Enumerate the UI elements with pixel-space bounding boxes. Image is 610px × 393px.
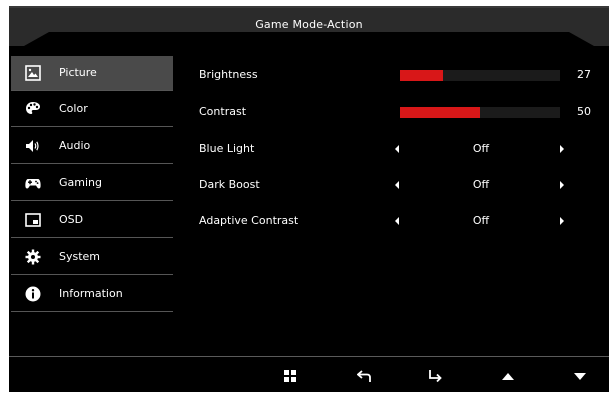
dark-boost-left-arrow-icon[interactable] [395, 181, 399, 189]
blue-light-right-arrow-icon[interactable] [560, 145, 564, 153]
menu-grid-icon[interactable] [283, 369, 297, 383]
brightness-slider-fill [400, 70, 444, 81]
monitor-osd: Game Mode-Action Picture Color Audio Gam… [0, 0, 610, 392]
contrast-slider[interactable] [400, 107, 560, 118]
sidebar-item-color[interactable]: Color [11, 92, 173, 127]
contrast-value: 50 [577, 105, 591, 118]
brightness-label: Brightness [199, 68, 258, 81]
blue-light-value: Off [472, 142, 490, 155]
bottom-control-bar [9, 356, 609, 393]
adaptive-contrast-label: Adaptive Contrast [199, 214, 299, 227]
picture-icon [25, 65, 41, 81]
up-icon[interactable] [501, 369, 515, 383]
sidebar-item-label: Audio [59, 139, 91, 152]
sidebar-item-label: Picture [59, 66, 97, 79]
sidebar: Picture Color Audio Gaming OSD System In… [9, 56, 175, 356]
blue-light-left-arrow-icon[interactable] [395, 145, 399, 153]
sidebar-item-label: Color [59, 102, 88, 115]
sidebar-item-system[interactable]: System [11, 240, 173, 275]
speaker-icon [26, 140, 39, 152]
sidebar-item-label: OSD [59, 213, 84, 226]
info-icon [25, 286, 41, 302]
contrast-label: Contrast [199, 105, 247, 118]
contrast-slider-fill [400, 107, 480, 118]
adaptive-contrast-value: Off [472, 214, 490, 227]
sidebar-item-osd[interactable]: OSD [11, 203, 173, 238]
brightness-value: 27 [577, 68, 591, 81]
gamepad-icon [25, 179, 41, 189]
sidebar-item-label: Information [59, 287, 123, 300]
blue-light-label: Blue Light [199, 142, 255, 155]
adaptive-contrast-left-arrow-icon[interactable] [395, 217, 399, 225]
page-title: Game Mode-Action [255, 18, 363, 31]
settings-panel: Brightness 27 Contrast 50 Blue Light Off… [186, 56, 606, 356]
sidebar-item-label: System [59, 250, 101, 263]
osd-icon [25, 213, 41, 227]
gear-icon [25, 249, 41, 265]
enter-icon[interactable] [428, 369, 442, 383]
sidebar-item-picture[interactable]: Picture [11, 56, 173, 91]
brightness-slider[interactable] [400, 70, 560, 81]
dark-boost-right-arrow-icon[interactable] [560, 181, 564, 189]
dark-boost-value: Off [472, 178, 490, 191]
down-icon[interactable] [573, 369, 587, 383]
adaptive-contrast-right-arrow-icon[interactable] [560, 217, 564, 225]
sidebar-item-gaming[interactable]: Gaming [11, 166, 173, 201]
back-icon[interactable] [357, 369, 371, 383]
palette-icon [26, 102, 40, 114]
sidebar-item-information[interactable]: Information [11, 277, 173, 312]
sidebar-item-label: Gaming [59, 176, 102, 189]
dark-boost-label: Dark Boost [199, 178, 260, 191]
sidebar-item-audio[interactable]: Audio [11, 129, 173, 164]
